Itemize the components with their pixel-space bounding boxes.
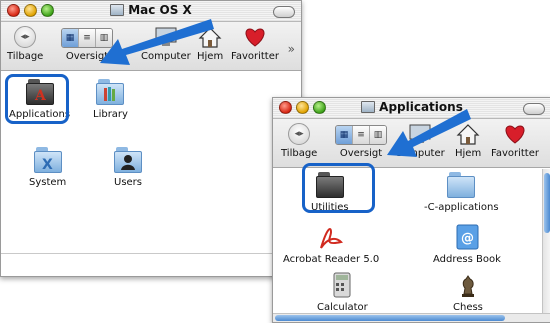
- utilities-highlight: [302, 163, 375, 213]
- favorites-button[interactable]: Favoritter: [231, 26, 279, 62]
- icon-view-icon[interactable]: ▦: [336, 126, 353, 144]
- vertical-scrollbar[interactable]: [542, 169, 550, 314]
- item-chess[interactable]: Chess: [453, 272, 483, 313]
- pointer-arrow-2: [387, 109, 471, 157]
- favorites-button[interactable]: Favoritter: [491, 123, 539, 159]
- pointer-arrow-1: [100, 19, 214, 65]
- item-library[interactable]: Library: [93, 79, 128, 120]
- item-label: Acrobat Reader 5.0: [283, 254, 380, 265]
- item-c-applications[interactable]: -C-applications: [424, 172, 499, 213]
- view-label: Oversigt: [339, 148, 383, 159]
- vertical-scroll-thumb[interactable]: [544, 173, 550, 233]
- back-arrow-icon: ◂▸: [14, 26, 37, 48]
- item-label: Chess: [453, 302, 483, 313]
- heart-icon: [245, 28, 265, 47]
- item-label: Users: [114, 177, 143, 188]
- heart-icon: [505, 125, 525, 144]
- icon-view-icon[interactable]: ▦: [62, 29, 79, 47]
- back-arrow-icon: ◂▸: [288, 123, 311, 145]
- svg-text:@: @: [461, 231, 474, 246]
- back-button[interactable]: ◂▸ Tilbage: [7, 26, 43, 62]
- item-label: System: [29, 177, 67, 188]
- favorites-label: Favoritter: [231, 51, 279, 62]
- item-label: Library: [93, 109, 128, 120]
- users-folder-icon: [114, 147, 142, 173]
- item-system[interactable]: X System: [29, 147, 66, 188]
- favorites-label: Favoritter: [491, 148, 539, 159]
- applications-title-icon: [361, 101, 376, 113]
- toolbar-toggle-button[interactable]: [273, 6, 295, 18]
- item-calculator[interactable]: Calculator: [317, 272, 368, 313]
- svg-text:X: X: [42, 157, 53, 173]
- system-folder-icon: X: [33, 147, 62, 173]
- item-label: Calculator: [317, 302, 368, 313]
- chess-icon: [461, 275, 474, 297]
- item-label: -C-applications: [424, 202, 499, 213]
- back-label: Tilbage: [281, 148, 318, 159]
- folder-icon: [447, 172, 476, 198]
- toolbar-toggle-button[interactable]: [523, 103, 545, 115]
- library-folder-icon: [96, 79, 125, 105]
- back-button[interactable]: ◂▸ Tilbage: [281, 123, 317, 159]
- view-button[interactable]: ▦ ≡ ▥ Oversigt: [335, 123, 387, 159]
- finder-window-applications: Applications ◂▸ Tilbage ▦ ≡ ▥ Oversigt C…: [272, 97, 550, 323]
- finder-window-mac-os-x: Mac OS X ◂▸ Tilbage ▦ ≡ ▥ Oversigt Compu…: [0, 0, 302, 277]
- acrobat-icon: [320, 228, 344, 249]
- item-address-book[interactable]: @ Address Book: [433, 224, 501, 265]
- back-label: Tilbage: [7, 51, 44, 62]
- horizontal-scroll-thumb[interactable]: [275, 315, 505, 321]
- applications-highlight: [5, 74, 69, 124]
- item-acrobat-reader[interactable]: Acrobat Reader 5.0: [283, 224, 379, 265]
- divider: [1, 253, 301, 254]
- item-users[interactable]: Users: [114, 147, 142, 188]
- item-label: Address Book: [433, 254, 501, 265]
- toolbar-overflow-icon[interactable]: »: [288, 42, 295, 56]
- list-view-icon[interactable]: ≡: [353, 126, 370, 144]
- list-view-icon[interactable]: ≡: [79, 29, 96, 47]
- calculator-icon: [333, 272, 351, 298]
- address-book-icon: @: [456, 224, 479, 250]
